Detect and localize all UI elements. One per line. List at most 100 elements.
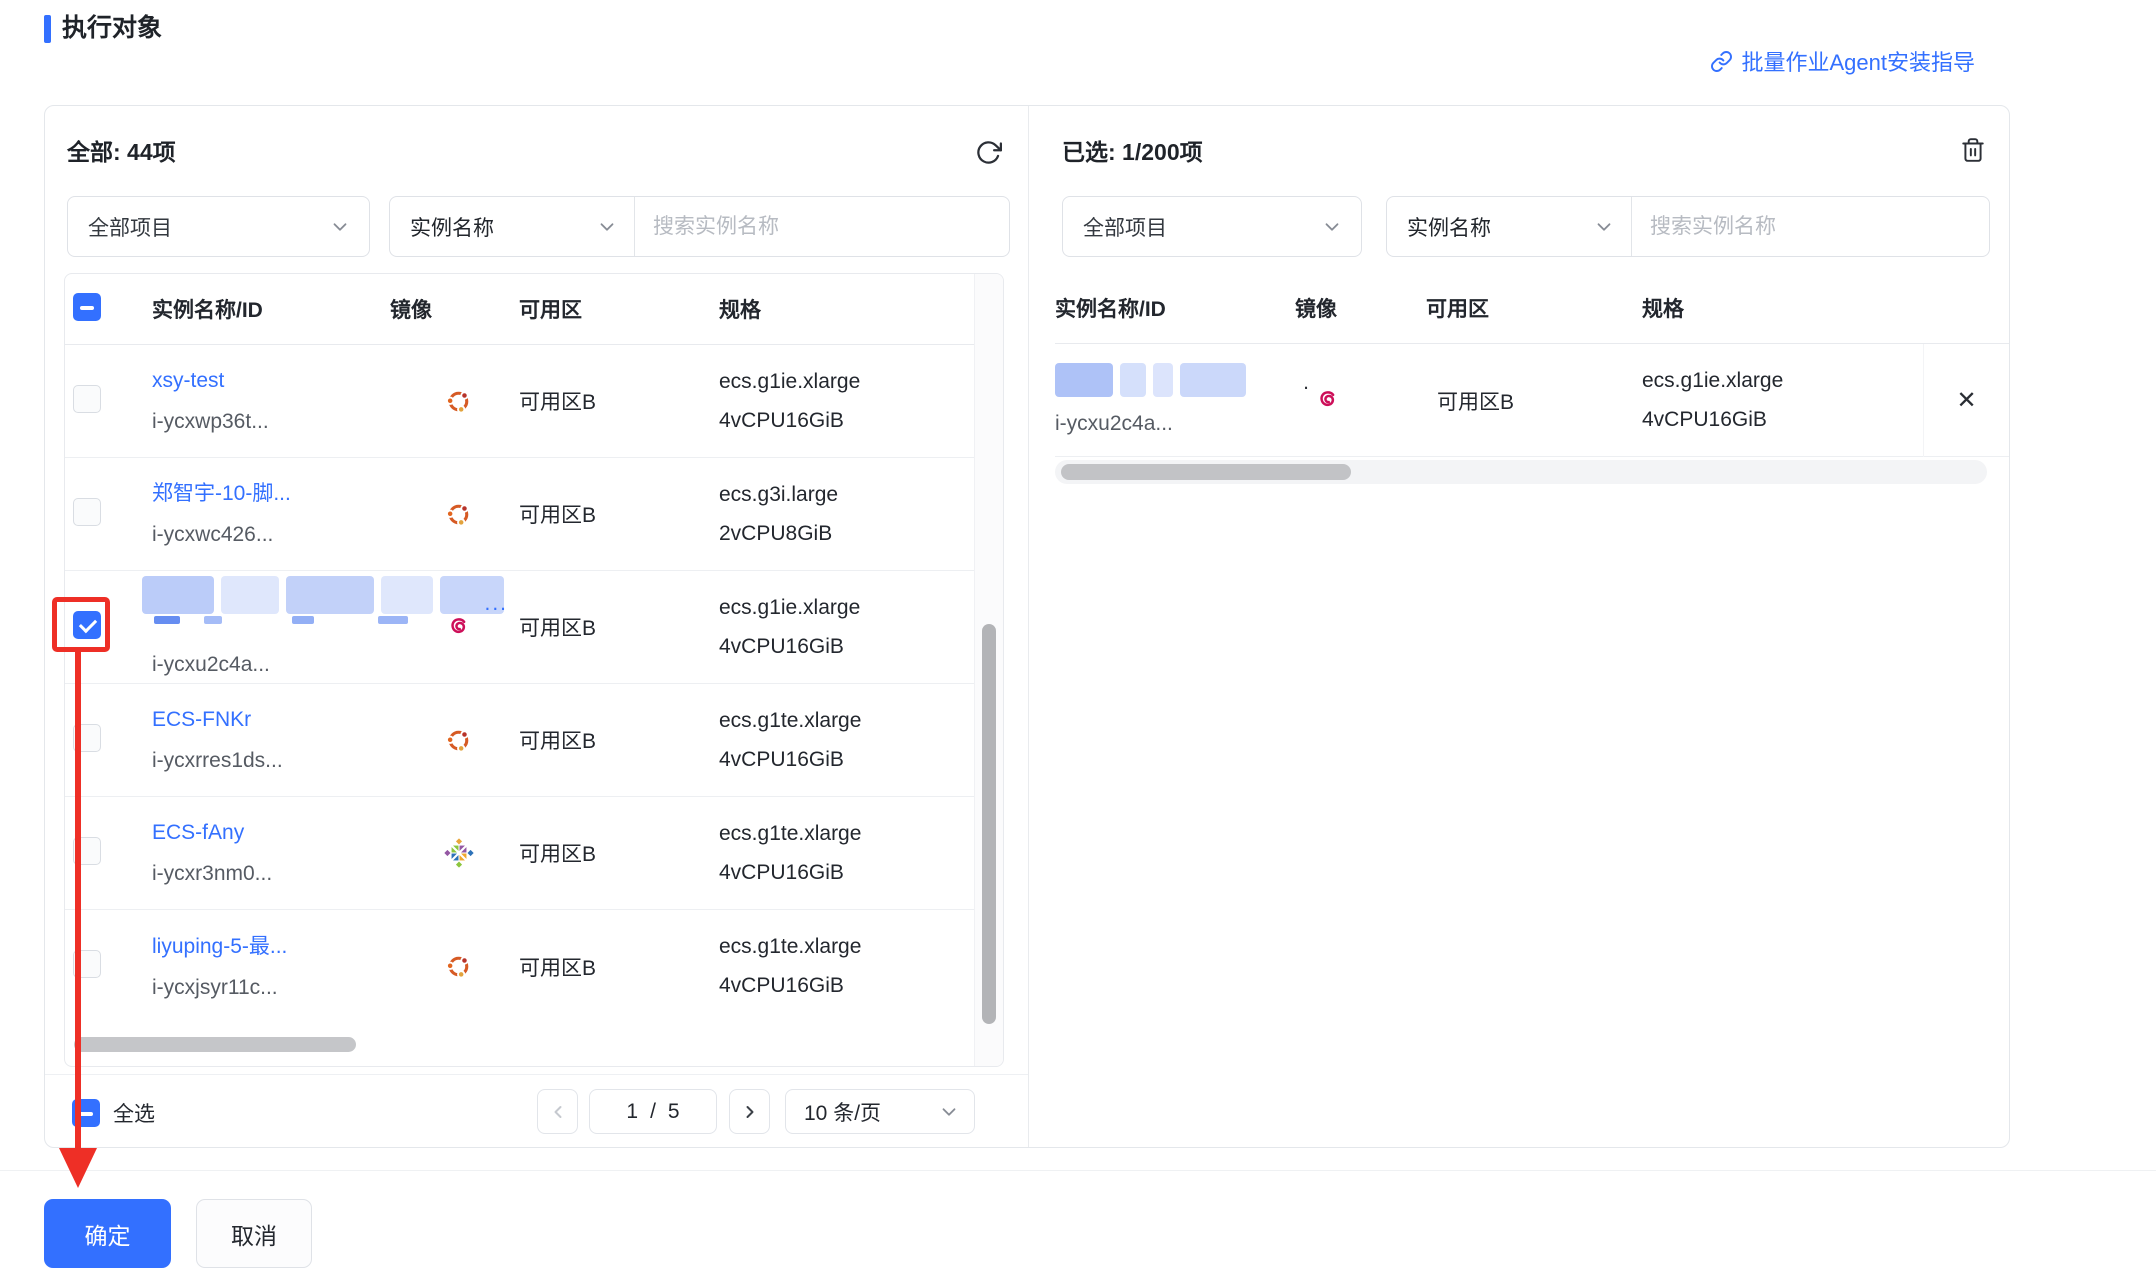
chevron-down-icon (329, 216, 351, 238)
page-title: 执行对象 (62, 10, 162, 46)
instance-name-link[interactable]: ECS-FNKr (152, 705, 251, 734)
transfer-card: 全部: 44项 全部项目 实例名称 (44, 105, 2010, 1148)
left-panel-footer: 全选 1 / 5 10 条/页 (45, 1074, 1028, 1149)
availability-zone: 可用区B (519, 838, 719, 868)
spec-size: 4vCPU16GiB (719, 745, 974, 775)
centos-logo-icon (442, 836, 476, 870)
table-body: xsy-test i-ycxwp36t... 可用区B ecs.g1ie.xla… (65, 345, 974, 1023)
row-checkbox[interactable] (73, 724, 101, 752)
search-field-value: 实例名称 (410, 212, 494, 242)
chevron-down-icon (1321, 216, 1343, 238)
col-image: 镜像 (1295, 293, 1426, 323)
footer-divider (0, 1170, 2156, 1171)
spec-size: 4vCPU16GiB (719, 858, 974, 888)
search-filter-group: 实例名称 (1386, 196, 1990, 257)
confirm-button[interactable]: 确定 (44, 1199, 171, 1268)
ubuntu-logo-icon (442, 385, 475, 418)
next-page-button[interactable] (729, 1089, 770, 1134)
instance-name-cell: 郑智宇-10-脚... i-ycxwc426... (152, 479, 390, 549)
instance-name-cell: liyuping-5-最... i-ycxjsyr11c... (152, 932, 390, 1002)
clear-selected-button[interactable] (1955, 132, 1991, 168)
table-row: ECS-FNKr i-ycxrres1ds... 可用区B ecs.g1te.x… (65, 684, 974, 797)
instance-id: i-ycxwc426... (152, 520, 390, 549)
chevron-down-icon (596, 216, 618, 238)
instance-id: i-ycxrres1ds... (152, 746, 390, 775)
spec-type: ecs.g1ie.xlarge (1642, 366, 1923, 396)
chevron-right-icon (740, 1102, 760, 1122)
page-size-select[interactable]: 10 条/页 (785, 1089, 975, 1134)
prev-page-button[interactable] (537, 1089, 578, 1134)
table-row: ECS-fAny i-ycxr3nm0... 可用区B (65, 797, 974, 910)
search-filter-group: 实例名称 (389, 196, 1010, 257)
table-row: liyuping-5-最... i-ycxjsyr11c... 可用区B ecs… (65, 910, 974, 1023)
all-instances-panel: 全部: 44项 全部项目 实例名称 (45, 106, 1028, 1147)
agent-link-label: 批量作业Agent安装指导 (1742, 45, 1976, 77)
horizontal-scrollbar[interactable] (65, 1022, 974, 1066)
debian-logo-icon (1311, 384, 1344, 417)
horizontal-scrollbar-thumb[interactable] (74, 1037, 356, 1052)
col-image: 镜像 (390, 294, 519, 324)
instance-name-cell: ... i-ycxu2c4a... (152, 576, 390, 679)
instance-id: i-ycxwp36t... (152, 407, 390, 436)
instance-name-cell: . i-ycxu2c4a... (1055, 363, 1295, 438)
refresh-button[interactable] (970, 134, 1006, 170)
horizontal-scrollbar-thumb[interactable] (1061, 464, 1351, 480)
chevron-left-icon (548, 1102, 568, 1122)
spec-size: 4vCPU16GiB (719, 971, 974, 1001)
redacted-ellipsis: ... (484, 592, 508, 616)
instance-name-link[interactable]: ECS-fAny (152, 818, 244, 847)
search-field-select[interactable]: 实例名称 (1387, 197, 1632, 256)
row-checkbox[interactable] (73, 837, 101, 865)
os-image-cell (390, 724, 519, 757)
col-name-id: 实例名称/ID (1055, 293, 1295, 323)
instance-name-cell: ECS-FNKr i-ycxrres1ds... (152, 705, 390, 775)
row-checkbox[interactable] (73, 611, 101, 639)
all-count-summary: 全部: 44项 (67, 133, 176, 167)
instance-id: i-ycxu2c4a... (152, 650, 390, 679)
spec-type: ecs.g1ie.xlarge (719, 367, 974, 397)
selected-count-summary: 已选: 1/200项 (1062, 133, 1203, 167)
search-field-select[interactable]: 实例名称 (390, 197, 635, 256)
link-icon (1710, 50, 1733, 73)
row-checkbox[interactable] (73, 498, 101, 526)
header-checkbox[interactable] (73, 293, 101, 321)
availability-zone: 可用区B (1426, 386, 1631, 416)
instance-name-link[interactable]: xsy-test (152, 366, 224, 395)
instance-id: i-ycxjsyr11c... (152, 973, 390, 1002)
availability-zone: 可用区B (519, 612, 719, 642)
row-checkbox[interactable] (73, 950, 101, 978)
spec-size: 2vCPU8GiB (719, 519, 974, 549)
search-input[interactable] (635, 197, 1009, 256)
remove-selected-button[interactable]: ✕ (1956, 389, 1976, 413)
table-row: ... i-ycxu2c4a... 可用区B ecs.g1ie.xlarge 4… (65, 571, 974, 684)
ubuntu-logo-icon (442, 950, 475, 983)
instance-name-link[interactable]: 郑智宇-10-脚... (152, 479, 291, 508)
instance-name-cell: xsy-test i-ycxwp36t... (152, 366, 390, 436)
table-header: 实例名称/ID 镜像 可用区 规格 (65, 274, 1003, 345)
ubuntu-logo-icon (442, 498, 475, 531)
horizontal-scrollbar[interactable] (1055, 460, 1987, 484)
selected-instances-table: 实例名称/ID 镜像 可用区 规格 . i-ycxu2c4a... 可用区B e… (1055, 273, 2009, 484)
os-image-cell (390, 950, 519, 983)
select-all-checkbox[interactable] (72, 1099, 100, 1127)
trash-icon (1960, 137, 1986, 163)
instance-spec: ecs.g1te.xlarge 4vCPU16GiB (719, 706, 974, 775)
col-name-id: 实例名称/ID (152, 294, 390, 324)
page-separator: / (650, 1100, 656, 1124)
instance-name-link[interactable]: liyuping-5-最... (152, 932, 287, 961)
project-select[interactable]: 全部项目 (67, 196, 370, 257)
vertical-scrollbar[interactable] (974, 274, 1003, 1066)
col-zone: 可用区 (1426, 293, 1631, 323)
agent-install-guide-link[interactable]: 批量作业Agent安装指导 (1710, 45, 1976, 77)
instance-spec: ecs.g1ie.xlarge 4vCPU16GiB (719, 367, 974, 436)
project-select[interactable]: 全部项目 (1062, 196, 1362, 257)
select-all-label: 全选 (113, 1098, 155, 1128)
annotation-arrow-head (59, 1148, 97, 1188)
cancel-button[interactable]: 取消 (196, 1199, 312, 1268)
row-checkbox[interactable] (73, 385, 101, 413)
vertical-scrollbar-thumb[interactable] (982, 624, 996, 1024)
page-size-value: 10 条/页 (804, 1097, 881, 1127)
redacted-dot: . (1303, 371, 1309, 395)
left-filter-row: 全部项目 实例名称 (45, 196, 1028, 257)
search-input[interactable] (1632, 197, 1989, 256)
